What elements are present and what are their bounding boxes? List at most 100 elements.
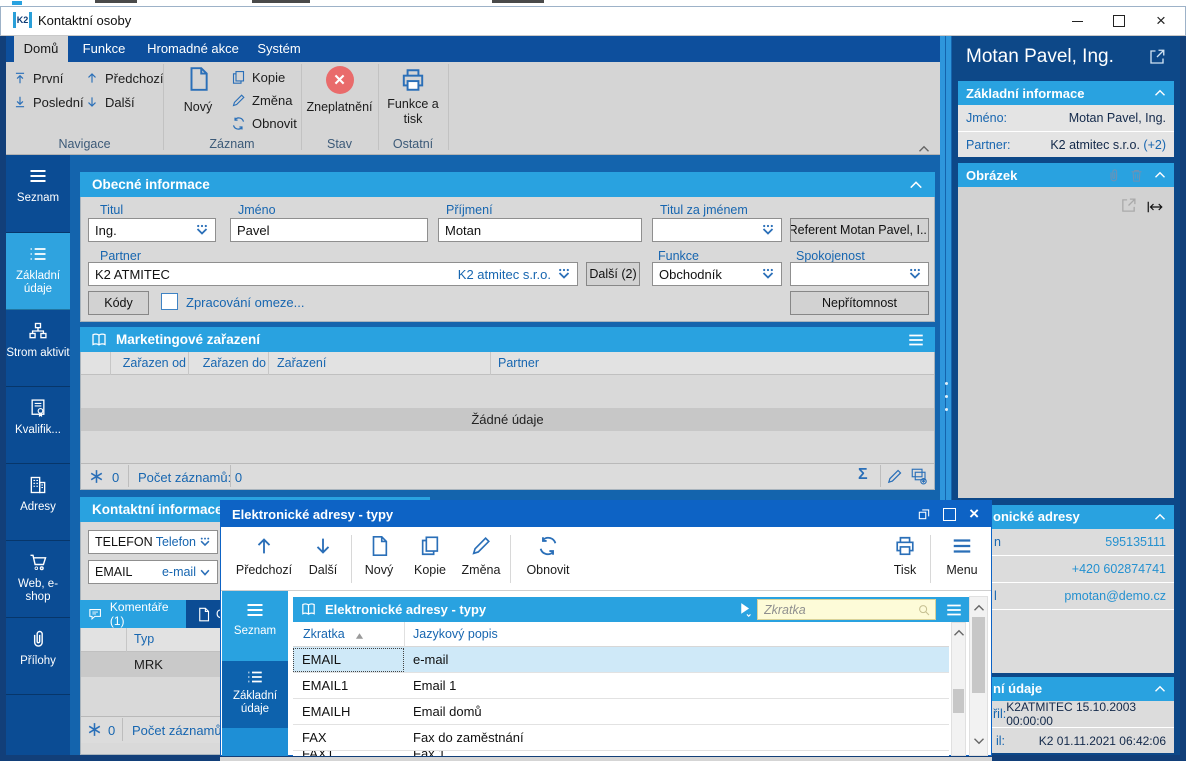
scrollbar-thumb[interactable] (953, 689, 964, 713)
add-table-icon[interactable] (910, 467, 928, 485)
email-value[interactable]: pmotan@demo.cz (1064, 589, 1166, 603)
grid-row[interactable]: FAX1 Fax 1 (293, 751, 949, 756)
dialog-sidebar-seznam[interactable]: Seznam (222, 591, 288, 661)
first-record-button[interactable]: První (13, 69, 63, 87)
sidebar-item-zakladni-udaje[interactable]: Základní údaje (6, 233, 70, 310)
column-header[interactable]: Typ (134, 632, 154, 646)
dropdown-icon[interactable] (557, 267, 571, 281)
sidebar-item-adresy[interactable]: Adresy (6, 464, 70, 541)
dialog-refresh-button[interactable]: Obnovit (517, 535, 579, 577)
dialog-sidebar-zakladni[interactable]: Základní údaje (222, 661, 288, 728)
grid-search-box[interactable] (757, 599, 936, 620)
scroll-down-icon[interactable] (973, 735, 985, 747)
phone-type-combo[interactable]: TELEFON Telefon (88, 530, 218, 554)
dialog-next-button[interactable]: Další (301, 535, 345, 577)
close-icon[interactable]: × (969, 504, 979, 524)
play-filter-icon[interactable] (737, 601, 754, 618)
collapse-section-chevron-icon[interactable] (909, 178, 923, 192)
phone-value[interactable]: 595135111 (1105, 535, 1166, 549)
grid-scrollbar[interactable] (951, 622, 966, 756)
chevron-down-icon[interactable] (199, 566, 211, 578)
collapse-section-chevron-icon[interactable] (1154, 87, 1166, 99)
titul-za-jmenem-combo[interactable] (652, 218, 782, 242)
column-header[interactable]: Partner (498, 356, 539, 370)
functions-print-button[interactable]: Funkce a tisk (378, 67, 448, 133)
open-external-icon[interactable] (1148, 48, 1166, 66)
prijmeni-input[interactable]: Motan (438, 218, 642, 242)
dialog-new-button[interactable]: Nový (357, 535, 401, 577)
dialog-previous-button[interactable]: Předchozí (233, 535, 295, 577)
titul-combo[interactable]: Ing. (88, 218, 216, 242)
maximize-button[interactable] (1102, 7, 1136, 35)
change-record-button[interactable]: Změna (231, 91, 292, 109)
grid-row[interactable]: EMAIL1 Email 1 (293, 673, 949, 699)
dropdown-icon[interactable] (761, 267, 775, 281)
collapse-ribbon-chevron-icon[interactable] (918, 143, 930, 155)
filter-asterisk-icon[interactable] (88, 468, 105, 485)
grid-menu-icon[interactable] (907, 331, 925, 349)
column-zkratka[interactable]: Zkratka (303, 627, 345, 641)
previous-record-button[interactable]: Předchozí (85, 69, 164, 87)
new-record-button[interactable]: Nový (170, 66, 226, 132)
tab-domu[interactable]: Domů (14, 36, 68, 62)
dialog-menu-button[interactable]: Menu (937, 535, 987, 577)
dropdown-icon[interactable] (195, 223, 209, 237)
refresh-record-button[interactable]: Obnovit (231, 114, 297, 132)
next-record-button[interactable]: Další (85, 93, 135, 111)
dropdown-icon[interactable] (908, 267, 922, 281)
scrollbar-thumb[interactable] (972, 617, 985, 693)
maximize-icon[interactable] (943, 507, 957, 521)
tab-komentare[interactable]: Komentáře (1) (80, 600, 186, 628)
jmeno-input[interactable]: Pavel (230, 218, 428, 242)
collapse-section-chevron-icon[interactable] (1154, 511, 1166, 523)
sidebar-item-seznam[interactable]: Seznam (6, 155, 70, 233)
copy-record-button[interactable]: Kopie (231, 68, 285, 86)
dialog-title-bar[interactable]: Elektronické adresy - typy × (221, 501, 991, 527)
column-header[interactable]: Zařazen do (192, 356, 266, 370)
last-record-button[interactable]: Poslední (13, 93, 84, 111)
scroll-up-icon[interactable] (953, 627, 965, 639)
funkce-combo[interactable]: Obchodník (652, 262, 782, 286)
grid-row[interactable]: FAX Fax do zaměstnání (293, 725, 949, 751)
dropdown-icon[interactable] (199, 536, 211, 548)
column-header[interactable]: Zařazen od (112, 356, 186, 370)
column-header[interactable]: Zařazení (277, 356, 326, 370)
referent-button[interactable]: Referent Motan Pavel, I... (790, 218, 929, 242)
sidebar-item-prilohy[interactable]: Přílohy (6, 618, 70, 695)
partner-extra-link[interactable]: (+2) (1143, 138, 1166, 152)
delete-image-icon[interactable] (1129, 168, 1144, 183)
tab-system[interactable]: Systém (250, 36, 308, 62)
column-jazykovy-popis[interactable]: Jazykový popis (413, 627, 498, 641)
tab-funkce[interactable]: Funkce (74, 36, 134, 62)
email-type-combo[interactable]: EMAIL e-mail (88, 560, 218, 584)
partner-link[interactable]: K2 atmitec s.r.o. (458, 267, 551, 282)
search-input[interactable] (758, 601, 916, 618)
attach-image-icon[interactable] (1106, 168, 1121, 183)
open-image-icon[interactable] (1120, 197, 1137, 214)
kody-button[interactable]: Kódy (88, 291, 149, 315)
dialog-copy-button[interactable]: Kopie (408, 535, 452, 577)
dialog-change-button[interactable]: Změna (459, 535, 503, 577)
dialog-scrollbar[interactable] (969, 596, 988, 756)
close-button[interactable]: × (1144, 7, 1178, 35)
zpracovani-checkbox[interactable] (161, 293, 178, 310)
scroll-up-icon[interactable] (973, 602, 985, 614)
filter-asterisk-icon[interactable] (86, 721, 103, 738)
restore-window-icon[interactable] (917, 507, 931, 521)
mobile-value[interactable]: +420 602874741 (1072, 562, 1166, 576)
dropdown-icon[interactable] (761, 223, 775, 237)
edit-icon[interactable] (886, 468, 903, 485)
sidebar-item-strom-aktivit[interactable]: Strom aktivit (6, 310, 70, 387)
sidebar-item-web-eshop[interactable]: Web, e-shop (6, 541, 70, 618)
dalsi-button[interactable]: Další (2) (586, 262, 640, 286)
partner-combo[interactable]: K2 ATMITEC K2 atmitec s.r.o. (88, 262, 578, 286)
grid-menu-icon[interactable] (945, 601, 963, 619)
spokojenost-combo[interactable] (790, 262, 929, 286)
grid-row[interactable]: EMAIL e-mail (293, 647, 949, 673)
collapse-section-chevron-icon[interactable] (1154, 169, 1166, 181)
minimize-button[interactable] (1060, 7, 1094, 35)
sidebar-item-kvalifikace[interactable]: Kvalifik... (6, 387, 70, 464)
sum-icon[interactable]: Σ (858, 466, 868, 484)
invalidate-button[interactable]: ✕ Zneplatnění (301, 66, 378, 132)
grid-row[interactable]: EMAILH Email domů (293, 699, 949, 725)
